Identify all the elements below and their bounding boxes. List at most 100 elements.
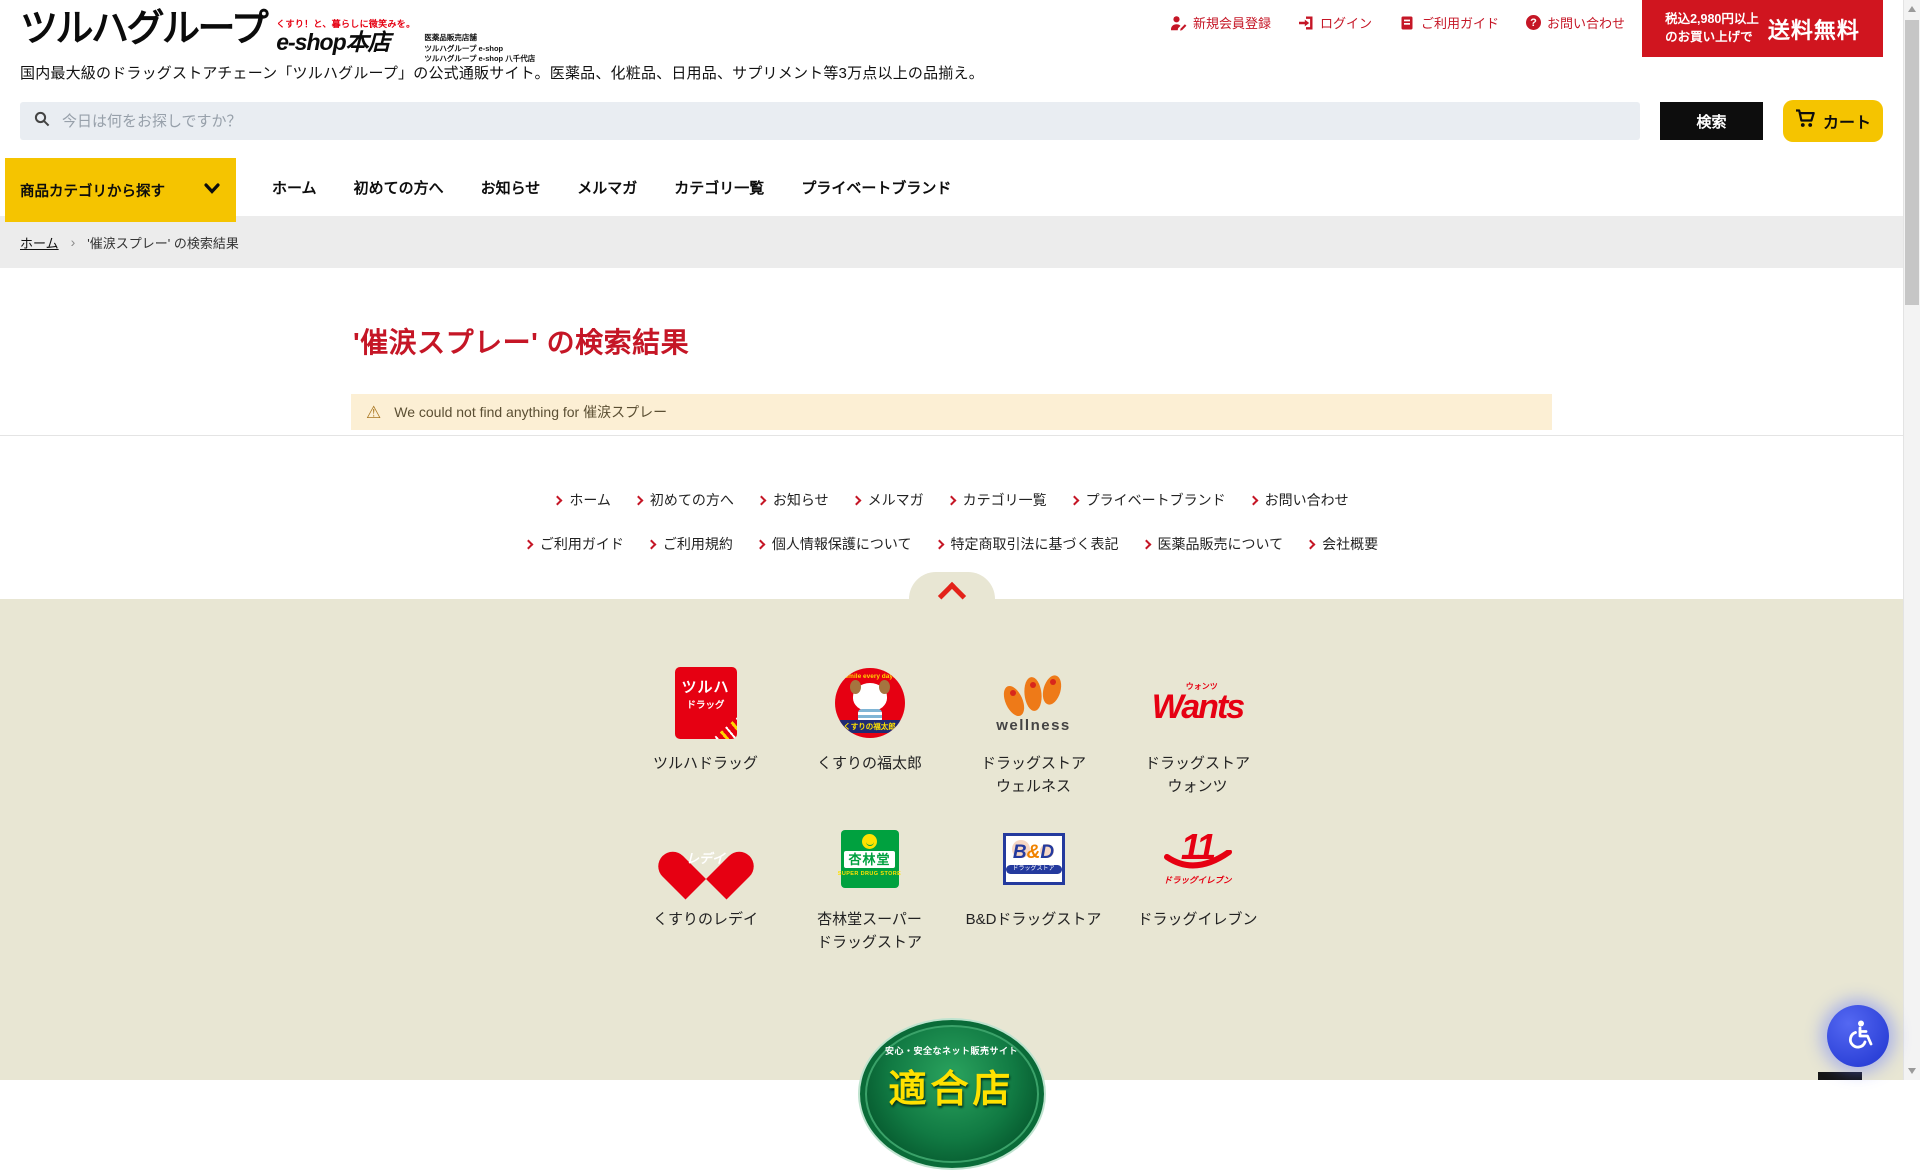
breadcrumb-home-link[interactable]: ホーム — [20, 233, 59, 252]
footer-link-news[interactable]: お知らせ — [758, 490, 829, 510]
search-row: 検索 カート — [20, 100, 1883, 142]
bd-logo: B&D ドラッグストア — [1003, 817, 1065, 901]
footer-link-home[interactable]: ホーム — [554, 490, 611, 510]
brand-name: ツルハグループ — [20, 8, 266, 52]
scrollbar-thumb[interactable] — [1905, 20, 1919, 305]
seal-subtitle: 安心・安全なネット販売サイト — [885, 1044, 1018, 1057]
site-header: ツルハグループ くすり！と、暮らしに微笑みを。 e-shop本店 医薬品販売店舗… — [0, 0, 1903, 158]
register-user-icon — [1170, 15, 1187, 31]
search-input[interactable] — [62, 113, 1626, 130]
shipping-condition: 税込2,980円以上 のお買い上げで — [1665, 11, 1759, 46]
kyorindo-logo: 杏林堂 SUPER DRUG STORE — [841, 817, 899, 901]
store-kyorindo[interactable]: 杏林堂 SUPER DRUG STORE 杏林堂スーパー ドラッグストア — [788, 817, 952, 955]
footer-link-newsletter[interactable]: メルマガ — [853, 490, 924, 510]
login-label: ログイン — [1320, 13, 1372, 32]
store-caption: くすりのレデイ — [653, 908, 758, 931]
heart-icon: レデイ — [677, 832, 735, 886]
store-kusuri-no-ledei[interactable]: レデイ くすりのレデイ — [624, 817, 788, 955]
footer-link-company[interactable]: 会社概要 — [1307, 534, 1378, 554]
store-footer: ツルハ ドラッグ ツルハドラッグ Smile every day! くすりの福太… — [0, 599, 1903, 1080]
footer-link-first-time[interactable]: 初めての方へ — [635, 490, 734, 510]
footer-link-pharma-sales[interactable]: 医薬品販売について — [1143, 534, 1284, 554]
cart-label: カート — [1823, 109, 1871, 133]
question-icon: ? — [1526, 15, 1541, 30]
back-to-top-button[interactable] — [909, 572, 995, 599]
chevron-down-icon — [204, 182, 220, 198]
search-button[interactable]: 検索 — [1660, 102, 1763, 140]
chevron-right-icon — [633, 495, 643, 505]
footer-link-contact[interactable]: お問い合わせ — [1250, 490, 1349, 510]
swoosh-icon — [1163, 850, 1233, 874]
store-caption: B&Dドラッグストア — [966, 908, 1102, 931]
breadcrumb-current: '催涙スプレー' の検索結果 — [87, 233, 239, 252]
nav-item-first-time[interactable]: 初めての方へ — [354, 177, 444, 198]
chevron-right-icon — [523, 539, 533, 549]
chevron-right-icon — [756, 495, 766, 505]
fukutaro-logo: Smile every day! くすりの福太郎 — [835, 661, 905, 745]
nav-item-newsletter[interactable]: メルマガ — [577, 177, 637, 198]
search-box — [20, 102, 1640, 140]
chevron-right-icon — [934, 539, 944, 549]
footer-link-terms[interactable]: ご利用規約 — [648, 534, 733, 554]
guide-link[interactable]: ご利用ガイド — [1399, 13, 1499, 32]
store-drugstore-wellness[interactable]: wellness ドラッグストア ウェルネス — [952, 661, 1116, 799]
register-label: 新規会員登録 — [1193, 13, 1271, 32]
contact-label: お問い合わせ — [1547, 13, 1625, 32]
page-title: '催涙スプレー' の検索結果 — [353, 321, 689, 361]
free-shipping-badge: 税込2,980円以上 のお買い上げで 送料無料 — [1642, 0, 1883, 57]
store-drugstore-wants[interactable]: ウォンツ Wants ドラッグストア ウォンツ — [1116, 661, 1280, 799]
contact-link[interactable]: ? お問い合わせ — [1526, 13, 1625, 32]
nav-items: ホーム 初めての方へ お知らせ メルマガ カテゴリ一覧 プライベートブランド — [272, 158, 951, 216]
scrollbar — [1903, 0, 1920, 1080]
store-tsuruha-drug[interactable]: ツルハ ドラッグ ツルハドラッグ — [624, 661, 788, 799]
shop-name: e-shop本店 — [276, 30, 415, 54]
store-kusuri-no-fukutaro[interactable]: Smile every day! くすりの福太郎 くすりの福太郎 — [788, 661, 952, 799]
footer-link-private-brand[interactable]: プライベートブランド — [1071, 490, 1226, 510]
store-caption: くすりの福太郎 — [817, 752, 922, 775]
footer-link-guide[interactable]: ご利用ガイド — [525, 534, 624, 554]
main-nav: 商品カテゴリから探す ホーム 初めての方へ お知らせ メルマガ カテゴリ一覧 プ… — [0, 158, 1903, 216]
breadcrumb-separator-icon: › — [71, 234, 76, 250]
category-menu-button[interactable]: 商品カテゴリから探す — [5, 158, 236, 222]
nav-item-private-brand[interactable]: プライベートブランド — [801, 177, 951, 198]
scrollbar-down-arrow[interactable] — [1908, 1068, 1916, 1074]
chevron-right-icon — [1141, 539, 1151, 549]
chevron-right-icon — [851, 495, 861, 505]
chevron-right-icon — [1248, 495, 1258, 505]
header-links: 新規会員登録 ログイン ご利用ガイド ? お問い合わせ — [1170, 13, 1625, 32]
cart-button[interactable]: カート — [1783, 100, 1883, 142]
nav-item-news[interactable]: お知らせ — [481, 177, 541, 198]
nav-item-home[interactable]: ホーム — [272, 177, 317, 198]
tsuruha-drug-logo: ツルハ ドラッグ — [675, 661, 737, 745]
site-description: 国内最大級のドラッグストアチェーン「ツルハグループ」の公式通販サイト。医薬品、化… — [20, 62, 984, 83]
footer-link-categories[interactable]: カテゴリ一覧 — [948, 490, 1047, 510]
store-caption: ドラッグストア ウォンツ — [1145, 752, 1250, 799]
guide-book-icon — [1399, 15, 1415, 31]
register-link[interactable]: 新規会員登録 — [1170, 13, 1271, 32]
footer-link-privacy[interactable]: 個人情報保護について — [757, 534, 912, 554]
accessibility-button[interactable] — [1827, 1005, 1889, 1067]
store-info-line: 医薬品販売店舗 — [424, 33, 535, 44]
wellness-petals-icon — [1000, 673, 1066, 721]
cart-icon — [1795, 109, 1816, 133]
no-results-warning: ⚠ We could not find anything for 催涙スプレー — [351, 394, 1552, 430]
page: ツルハグループ くすり！と、暮らしに微笑みを。 e-shop本店 医薬品販売店舗… — [0, 0, 1903, 1080]
footer-link-commerce-law[interactable]: 特定商取引法に基づく表記 — [936, 534, 1119, 554]
wellness-logo: wellness — [996, 661, 1071, 745]
store-drug-eleven[interactable]: 11 ドラッグイレブン ドラッグイレブン — [1116, 817, 1280, 955]
warning-message: We could not find anything for 催涙スプレー — [394, 402, 667, 422]
seal-title: 適合店 — [888, 1058, 1014, 1113]
site-logo[interactable]: ツルハグループ くすり！と、暮らしに微笑みを。 e-shop本店 医薬品販売店舗… — [20, 8, 535, 65]
dog-mascot-icon — [853, 683, 887, 711]
wheelchair-icon — [1841, 1018, 1875, 1055]
footer-nav-row-1: ホーム 初めての方へ お知らせ メルマガ カテゴリ一覧 プライベートブランド お… — [0, 490, 1903, 510]
store-info: 医薬品販売店舗 ツルハグループ e-shop ツルハグループ e-shop 八千… — [424, 33, 535, 65]
scrollbar-up-arrow[interactable] — [1908, 6, 1916, 12]
certified-shop-seal: 安心・安全なネット販売サイト 適合店 — [858, 1018, 1046, 1170]
store-caption: ツルハドラッグ — [653, 752, 758, 775]
store-bd-drugstore[interactable]: B&D ドラッグストア B&Dドラッグストア — [952, 817, 1116, 955]
login-link[interactable]: ログイン — [1298, 13, 1372, 32]
nav-item-categories[interactable]: カテゴリ一覧 — [674, 177, 764, 198]
store-caption: ドラッグイレブン — [1137, 908, 1257, 931]
bottom-corner-element — [1818, 1072, 1862, 1080]
